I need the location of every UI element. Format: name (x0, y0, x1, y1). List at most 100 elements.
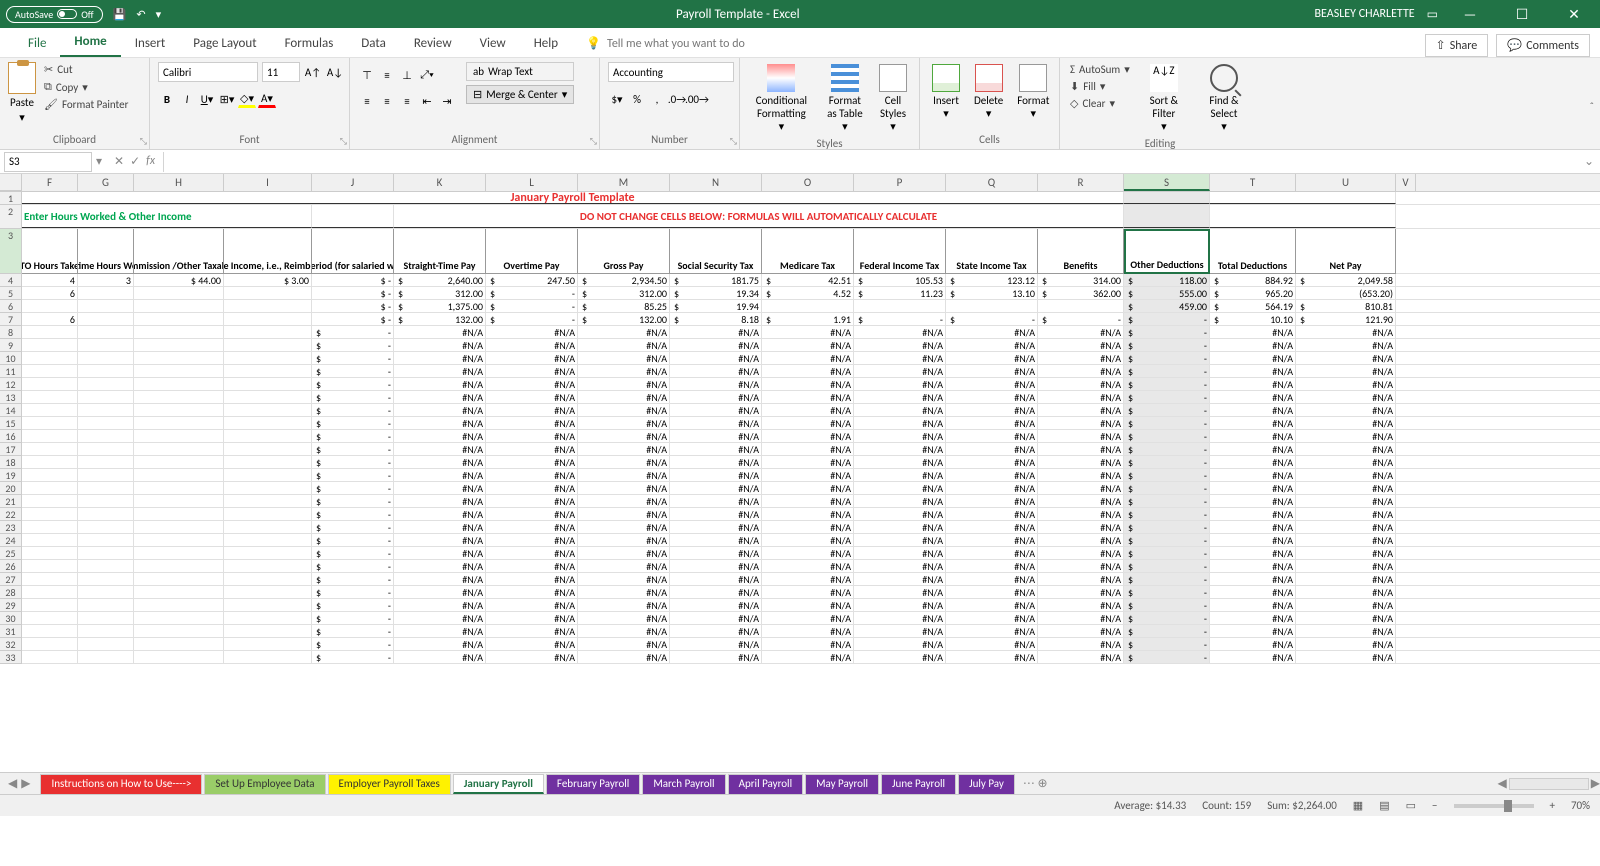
cell[interactable] (78, 612, 134, 624)
cell[interactable]: #N/A (578, 586, 670, 598)
cell[interactable]: #N/A (946, 391, 1038, 403)
cell[interactable]: #N/A (854, 378, 946, 390)
row-header[interactable]: 8 (0, 326, 22, 339)
tab-view[interactable]: View (466, 30, 520, 57)
cell[interactable]: #N/A (762, 339, 854, 351)
cell[interactable] (224, 521, 312, 533)
cell[interactable]: #N/A (394, 417, 486, 429)
cell[interactable] (22, 560, 78, 572)
cell[interactable]: #N/A (946, 573, 1038, 585)
cell[interactable]: #N/A (762, 638, 854, 650)
cell[interactable]: #N/A (486, 417, 578, 429)
cell[interactable]: #N/A (670, 586, 762, 598)
cell[interactable]: #N/A (1210, 560, 1296, 572)
cell[interactable] (78, 391, 134, 403)
cell[interactable]: #N/A (1296, 469, 1396, 481)
cell[interactable]: $ - (946, 313, 1038, 325)
cell[interactable] (134, 300, 224, 312)
cell[interactable]: $555.00 (1124, 287, 1210, 299)
cell[interactable]: #N/A (394, 469, 486, 481)
align-bottom-icon[interactable]: ⊥ (398, 66, 416, 84)
cell[interactable]: #N/A (946, 365, 1038, 377)
row-header[interactable]: 29 (0, 599, 22, 612)
cell[interactable]: $ - (312, 573, 394, 585)
cell[interactable]: #N/A (394, 365, 486, 377)
cell[interactable]: #N/A (670, 443, 762, 455)
cell[interactable]: #N/A (1210, 599, 1296, 611)
cell[interactable] (78, 417, 134, 429)
expand-formula-bar-icon[interactable]: ⌄ (1584, 154, 1600, 169)
cell[interactable]: #N/A (762, 430, 854, 442)
table-header[interactable]: Overtime Hours Worked (78, 229, 134, 274)
cell[interactable] (224, 573, 312, 585)
cell[interactable]: $312.00 (578, 287, 670, 299)
maximize-icon[interactable]: ☐ (1502, 6, 1542, 23)
cell[interactable] (134, 547, 224, 559)
cell[interactable]: #N/A (486, 586, 578, 598)
cell[interactable]: #N/A (762, 573, 854, 585)
cell[interactable]: #N/A (578, 599, 670, 611)
cell[interactable]: #N/A (670, 430, 762, 442)
cell[interactable]: #N/A (762, 651, 854, 663)
cell[interactable]: $4.52 (762, 287, 854, 299)
cell[interactable] (224, 417, 312, 429)
cell[interactable]: #N/A (1038, 417, 1124, 429)
cell[interactable]: #N/A (762, 547, 854, 559)
cell[interactable]: $ - (312, 547, 394, 559)
cell[interactable]: #N/A (1038, 521, 1124, 533)
cell[interactable]: $13.10 (946, 287, 1038, 299)
cell[interactable] (134, 534, 224, 546)
cell[interactable]: $ - (1124, 443, 1210, 455)
fill-button[interactable]: ⬇Fill ▾ (1068, 79, 1132, 94)
cell[interactable]: #N/A (1210, 339, 1296, 351)
cell[interactable]: 4 (22, 274, 78, 286)
cell[interactable]: #N/A (578, 443, 670, 455)
zoom-in-icon[interactable]: + (1550, 799, 1555, 812)
cell[interactable] (134, 599, 224, 611)
cell[interactable]: #N/A (854, 560, 946, 572)
cell[interactable]: #N/A (854, 482, 946, 494)
row-header[interactable]: 18 (0, 456, 22, 469)
cell[interactable]: #N/A (762, 560, 854, 572)
cell[interactable]: #N/A (578, 326, 670, 338)
cell[interactable]: #N/A (1038, 534, 1124, 546)
cell[interactable]: $8.18 (670, 313, 762, 325)
row-header[interactable]: 16 (0, 430, 22, 443)
cell[interactable]: 6 (22, 313, 78, 325)
cell[interactable]: 3 (78, 274, 134, 286)
table-header[interactable]: Federal Income Tax (854, 229, 946, 274)
cell[interactable]: #N/A (1296, 651, 1396, 663)
cell[interactable]: #N/A (1296, 352, 1396, 364)
dialog-launcher-icon[interactable]: ⤡ (730, 136, 737, 147)
cell[interactable]: #N/A (578, 521, 670, 533)
cell[interactable] (78, 495, 134, 507)
cell[interactable] (78, 365, 134, 377)
cell[interactable]: #N/A (946, 378, 1038, 390)
cell[interactable] (78, 560, 134, 572)
cell[interactable] (78, 599, 134, 611)
cell[interactable]: #N/A (486, 469, 578, 481)
cell[interactable]: $ - (312, 352, 394, 364)
cell[interactable] (134, 469, 224, 481)
cell[interactable]: #N/A (486, 482, 578, 494)
cell[interactable]: #N/A (1038, 586, 1124, 598)
cell[interactable]: #N/A (1210, 638, 1296, 650)
cell[interactable]: #N/A (946, 521, 1038, 533)
cell[interactable]: #N/A (946, 352, 1038, 364)
cell[interactable] (224, 469, 312, 481)
cell[interactable]: #N/A (670, 352, 762, 364)
name-box[interactable] (4, 152, 92, 172)
cell[interactable] (78, 313, 134, 325)
cell[interactable] (134, 287, 224, 299)
cell[interactable]: #N/A (670, 573, 762, 585)
cell[interactable]: #N/A (394, 625, 486, 637)
column-header[interactable]: Q (946, 174, 1038, 191)
cell[interactable] (22, 586, 78, 598)
cell[interactable]: #N/A (1210, 352, 1296, 364)
delete-cells-button[interactable]: Delete▾ (970, 62, 1007, 122)
cell[interactable] (134, 638, 224, 650)
border-button[interactable]: ⊞▾ (218, 90, 236, 108)
cell[interactable] (78, 430, 134, 442)
find-select-button[interactable]: Find & Select▾ (1196, 62, 1252, 136)
cell[interactable] (224, 612, 312, 624)
